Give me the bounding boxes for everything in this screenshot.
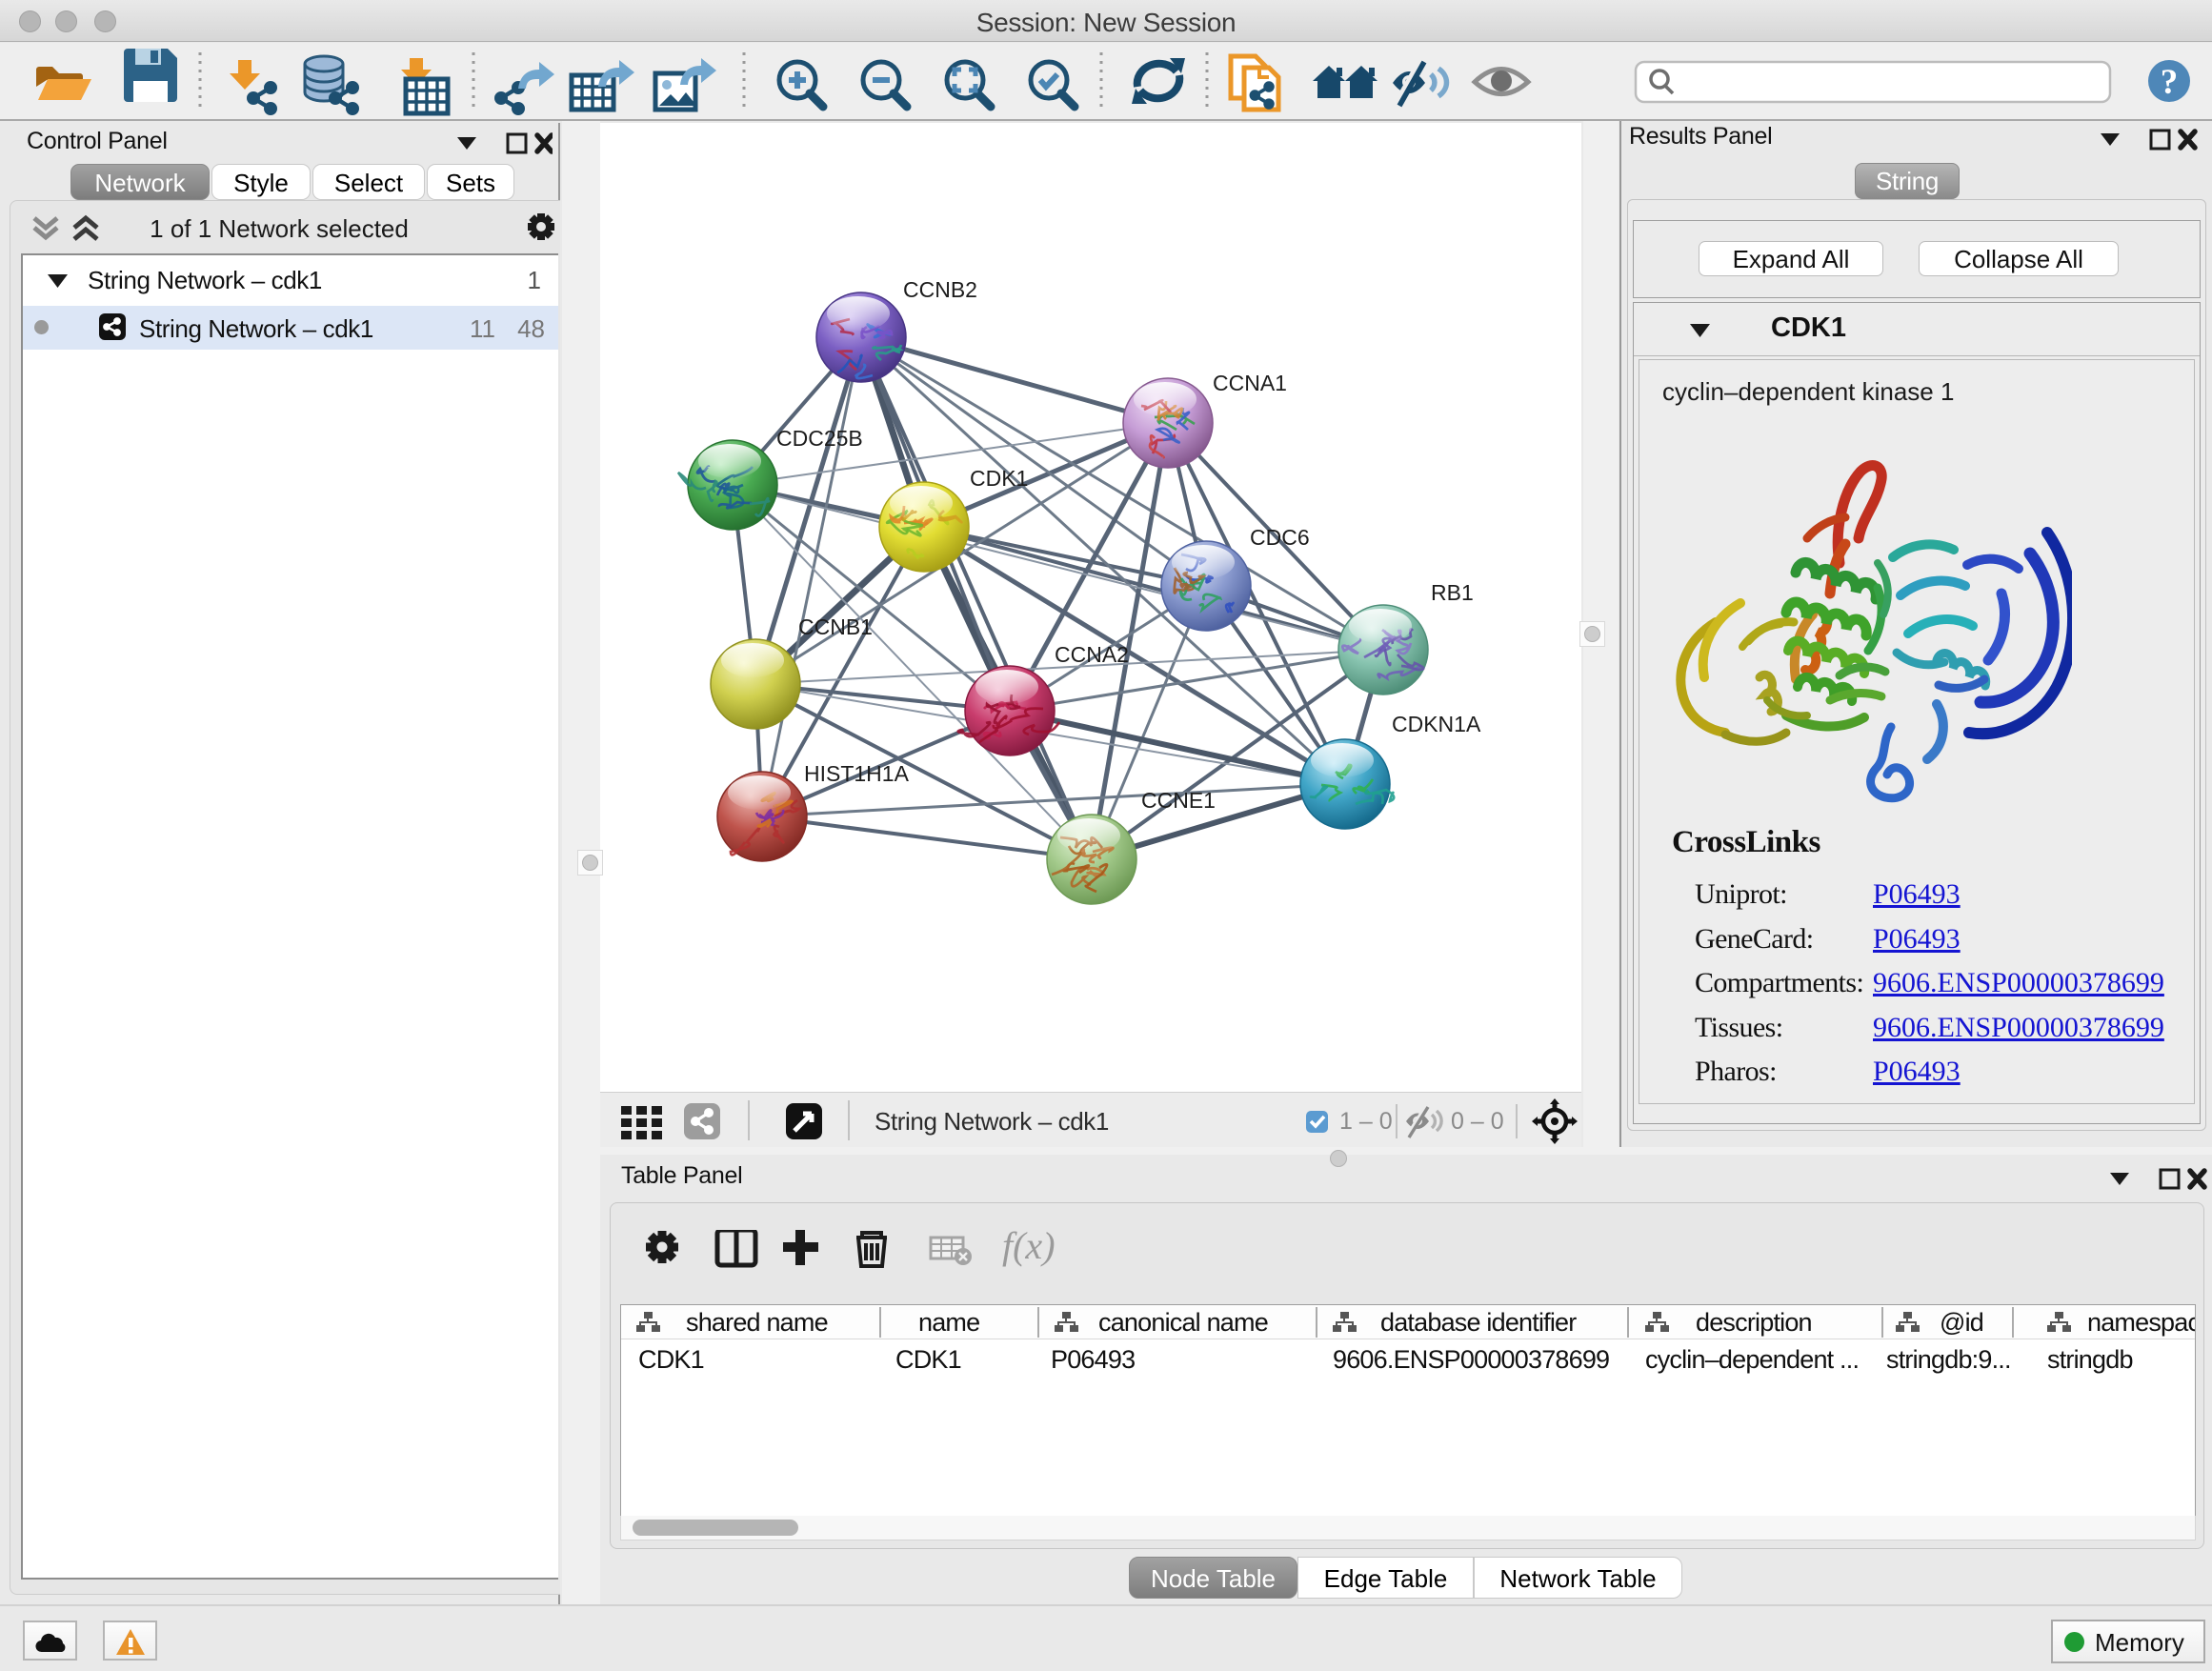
svg-text:RB1: RB1 — [1431, 580, 1474, 605]
svg-text:CCNA1: CCNA1 — [1213, 371, 1287, 395]
svg-text:f(x): f(x) — [1002, 1230, 1056, 1267]
svg-text:CDC25B: CDC25B — [776, 426, 863, 451]
svg-text:CCNE1: CCNE1 — [1141, 788, 1216, 813]
svg-text:CCNB1: CCNB1 — [798, 614, 873, 639]
svg-text:CDK1: CDK1 — [970, 466, 1028, 491]
svg-text:0 – 0: 0 – 0 — [1451, 1108, 1504, 1135]
svg-text:CCNB2: CCNB2 — [903, 277, 977, 302]
svg-text:1 – 0: 1 – 0 — [1339, 1108, 1393, 1135]
svg-text:CDKN1A: CDKN1A — [1392, 712, 1481, 736]
svg-text:CDC6: CDC6 — [1250, 525, 1310, 550]
svg-text:CCNA2: CCNA2 — [1055, 642, 1129, 667]
svg-text:String Network – cdk1: String Network – cdk1 — [875, 1107, 1109, 1136]
svg-text:HIST1H1A: HIST1H1A — [804, 761, 910, 786]
svg-text:?: ? — [2161, 63, 2179, 102]
